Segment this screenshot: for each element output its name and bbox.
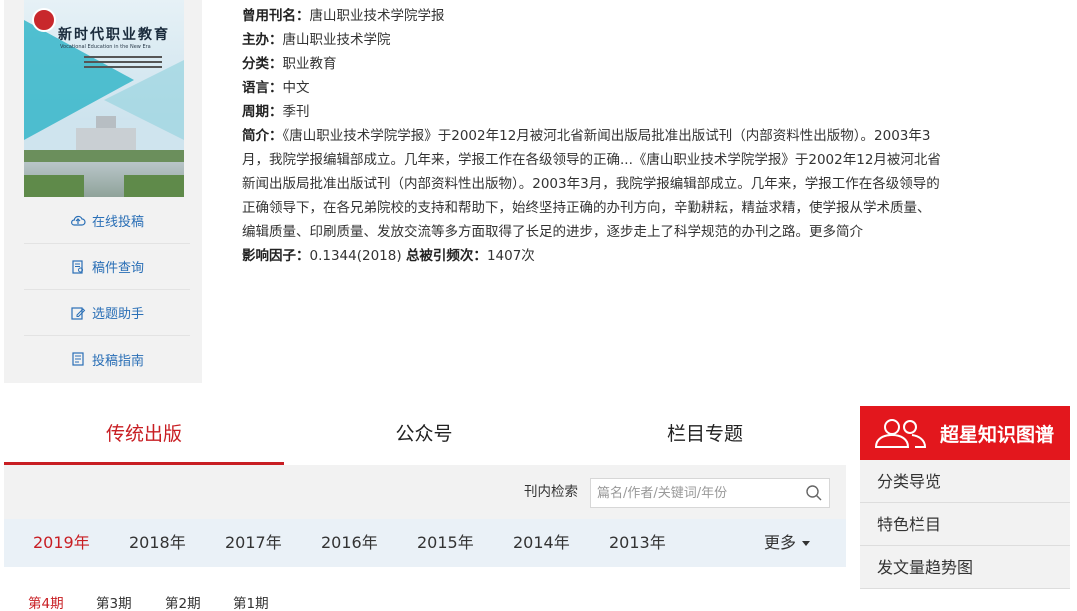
sponsor-row: 主办：唐山职业技术学院 [242,32,391,48]
years-more-dropdown[interactable]: 更多 [764,519,811,567]
search-box [590,478,830,508]
side-link-label: 选题助手 [91,307,144,322]
issue-item[interactable]: 第1期 [233,592,269,611]
edit-icon [71,306,86,320]
topic-assistant-link[interactable]: 选题助手 [24,290,190,336]
content-tabs: 传统出版 公众号 栏目专题 [4,405,846,465]
year-item[interactable]: 2016年 [321,519,378,567]
cloud-upload-icon [71,215,86,226]
featured-columns-item[interactable]: 特色栏目 [860,503,1070,546]
more-intro-link[interactable]: 更多简介 [809,224,863,240]
tab-traditional-publishing[interactable]: 传统出版 [4,405,284,465]
online-submission-link[interactable]: 在线投稿 [24,198,190,244]
side-link-label: 投稿指南 [91,353,144,369]
journal-info: 曾用刊名：唐山职业技术学院学报 主办：唐山职业技术学院 分类：职业教育 语言：中… [242,4,942,268]
year-item[interactable]: 2015年 [417,519,474,567]
journal-sidebar: 新时代职业教育 Vocational Education in the New … [4,0,202,383]
issue-selector: 第4期 第3期 第2期 第1期 [4,567,846,611]
category-guide-item[interactable]: 分类导览 [860,460,1070,503]
year-item[interactable]: 2018年 [129,519,186,567]
caret-down-icon [802,541,811,546]
period-row: 周期：季刊 [242,104,310,120]
tab-official-account[interactable]: 公众号 [284,405,564,465]
guide-icon [72,352,84,366]
document-search-icon [72,259,83,274]
school-logo [32,8,56,32]
side-link-label: 稿件查询 [91,261,144,276]
citation-count: 1407次 [486,248,535,264]
metrics-row: 影响因子：0.1344(2018) 总被引频次：1407次 [242,248,535,264]
cover-subtitle: Vocational Education in the New Era [60,44,151,50]
issue-item[interactable]: 第2期 [165,592,201,611]
knowledge-graph-banner[interactable]: 超星知识图谱 [860,406,1070,460]
issue-item[interactable]: 第3期 [96,592,132,611]
former-name-row: 曾用刊名：唐山职业技术学院学报 [242,8,445,24]
right-menu: 分类导览 特色栏目 发文量趋势图 [860,460,1070,589]
year-item[interactable]: 2014年 [513,519,570,567]
search-input[interactable] [591,479,801,507]
language-row: 语言：中文 [242,80,310,96]
tab-column-topics[interactable]: 栏目专题 [565,405,845,465]
year-selector: 2019年 2018年 2017年 2016年 2015年 2014年 2013… [4,519,846,567]
submission-guide-link[interactable]: 投稿指南 [24,336,190,382]
category-row: 分类：职业教育 [242,56,337,72]
side-links: 在线投稿 稿件查询 选题助手 投稿指南 [24,198,190,382]
journal-cover-image: 新时代职业教育 Vocational Education in the New … [24,0,184,197]
side-link-label: 在线投稿 [91,215,144,230]
brand-title: 超星知识图谱 [940,423,1055,446]
cover-title: 新时代职业教育 [58,27,170,43]
impact-factor: 0.1344(2018) [309,248,402,264]
journal-search-bar: 刊内检索 [4,465,846,519]
year-item[interactable]: 2019年 [33,519,90,567]
people-icon [874,419,927,448]
intro-row: 简介：《唐山职业技术学院学报》于2002年12月被河北省新闻出版局批准出版试刊（… [242,128,941,240]
knowledge-graph-panel: 超星知识图谱 分类导览 特色栏目 发文量趋势图 [860,406,1070,589]
year-item[interactable]: 2013年 [609,519,666,567]
issue-item[interactable]: 第4期 [28,592,64,611]
publication-trend-item[interactable]: 发文量趋势图 [860,546,1070,589]
search-icon[interactable] [805,484,823,502]
manuscript-query-link[interactable]: 稿件查询 [24,244,190,290]
search-label: 刊内检索 [524,484,578,500]
year-item[interactable]: 2017年 [225,519,282,567]
